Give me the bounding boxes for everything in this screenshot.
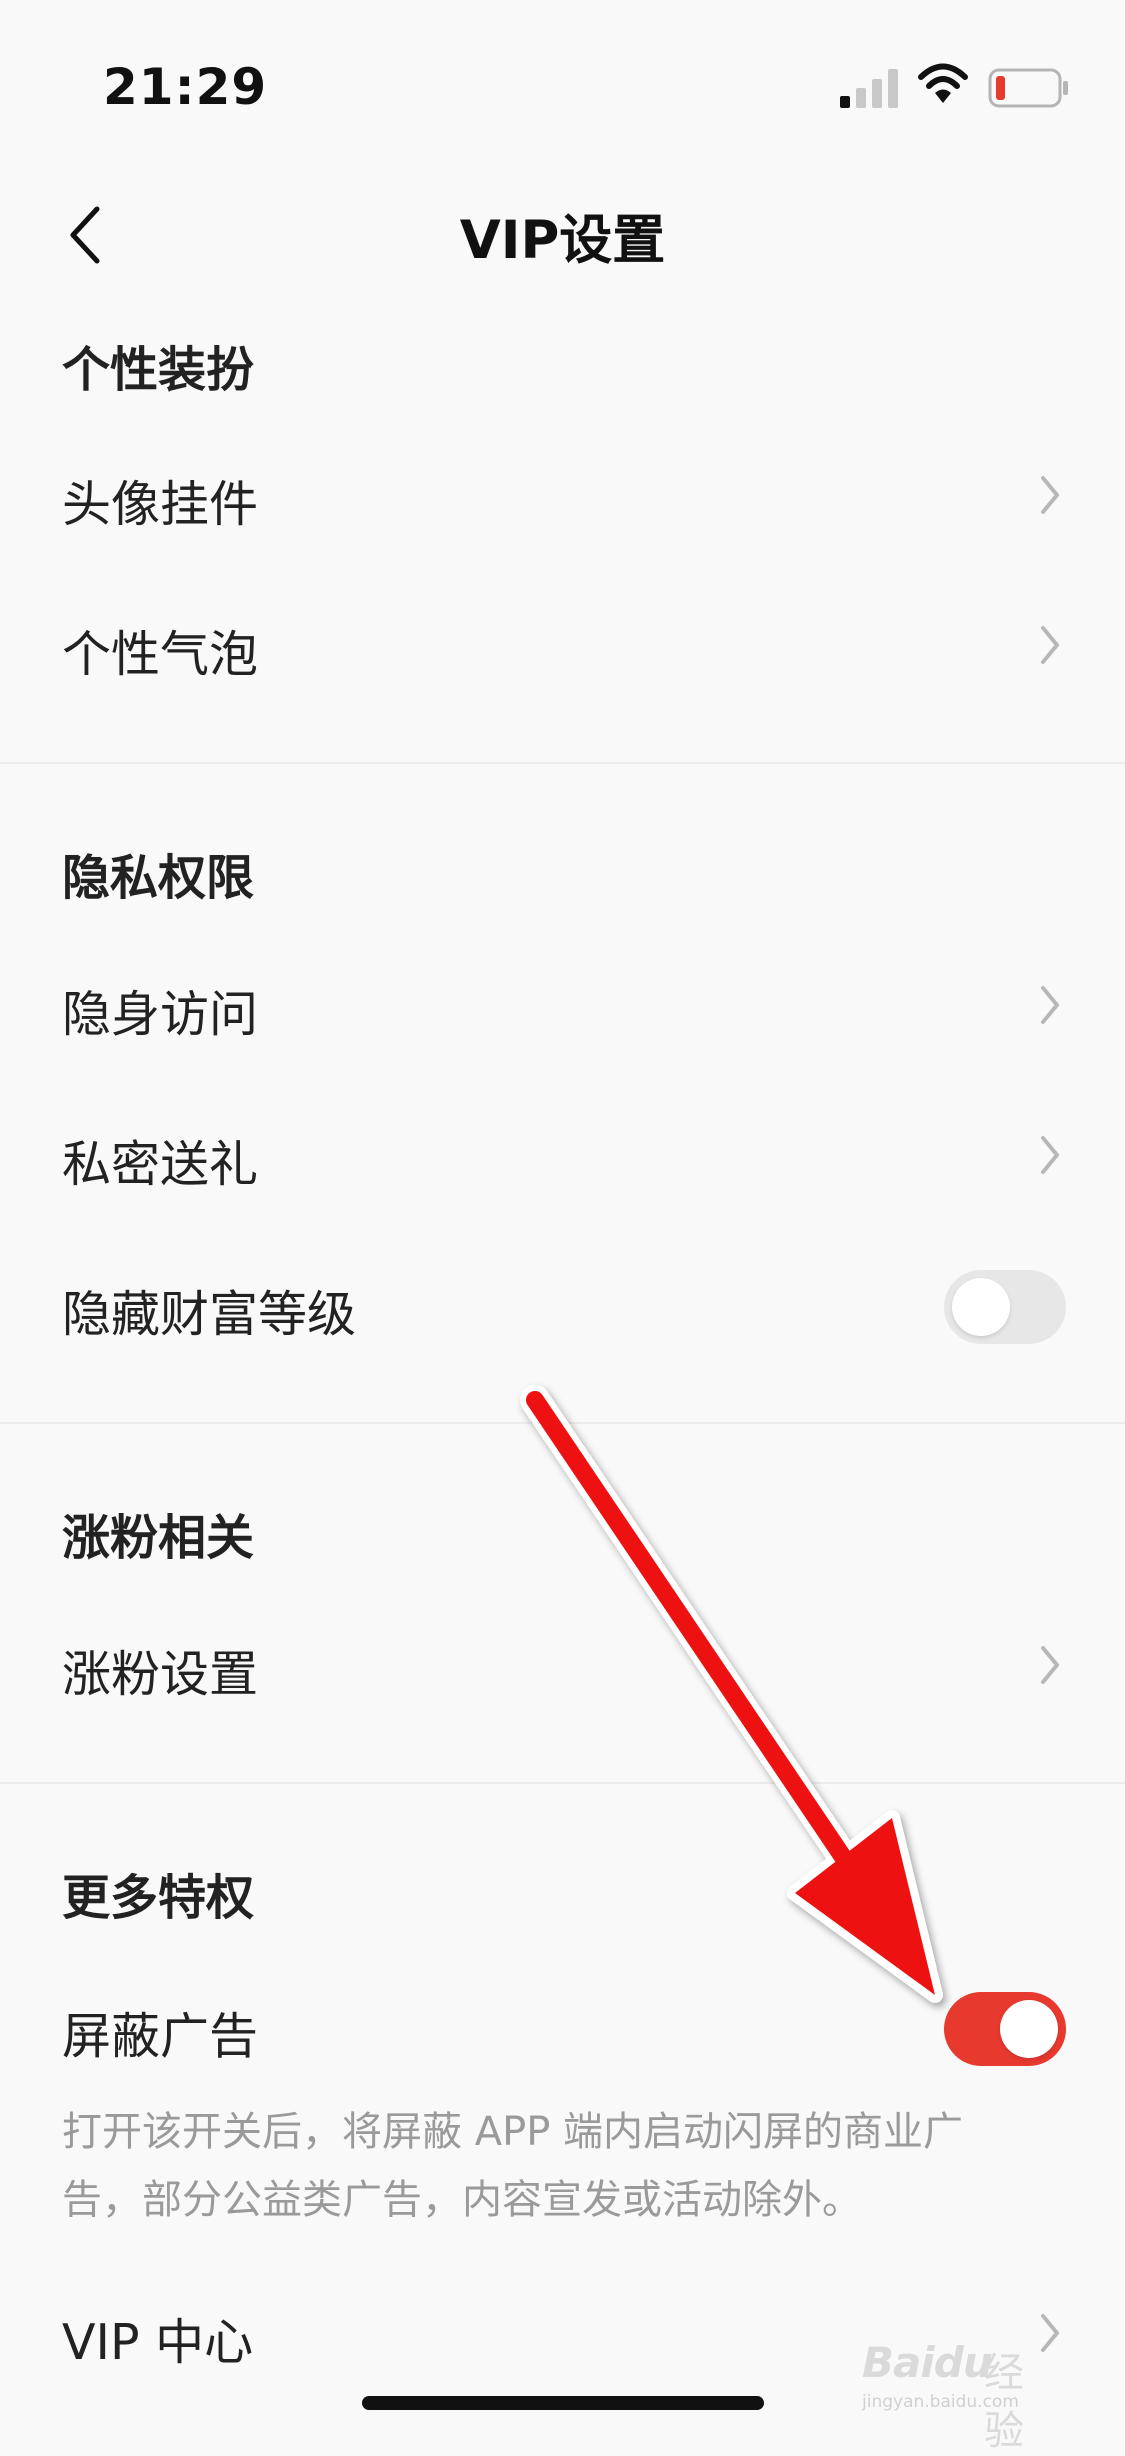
- toggle-knob: [952, 1278, 1010, 1336]
- row-private-gift[interactable]: 私密送礼: [0, 1090, 1125, 1220]
- row-chat-bubble[interactable]: 个性气泡: [0, 580, 1125, 710]
- section-title-privacy: 隐私权限: [62, 850, 255, 906]
- section-divider: [0, 1422, 1125, 1424]
- status-bar: 21:29: [0, 0, 1125, 170]
- row-fans-settings[interactable]: 涨粉设置: [0, 1600, 1125, 1730]
- chevron-right-icon: [1041, 1136, 1059, 1174]
- page-title: VIP设置: [459, 210, 666, 271]
- row-block-ads: 屏蔽广告: [0, 1962, 1125, 2092]
- row-label: 个性气泡: [62, 626, 259, 683]
- watermark-brand: Baidu: [862, 2338, 993, 2387]
- row-avatar-pendant[interactable]: 头像挂件: [0, 430, 1125, 560]
- row-label: 隐身访问: [62, 986, 259, 1043]
- chevron-right-icon: [1041, 626, 1059, 664]
- row-hide-wealth-level: 隐藏财富等级: [0, 1240, 1125, 1370]
- row-label: 屏蔽广告: [62, 2008, 259, 2065]
- toggle-knob: [1000, 2000, 1058, 2058]
- chevron-right-icon: [1041, 986, 1059, 1024]
- section-title-fans: 涨粉相关: [62, 1510, 255, 1566]
- home-indicator: [362, 2396, 764, 2410]
- row-label: 涨粉设置: [62, 1646, 259, 1703]
- section-title-personal-decoration: 个性装扮: [62, 342, 255, 398]
- row-label: 隐藏财富等级: [62, 1286, 357, 1343]
- status-time: 21:29: [103, 58, 268, 116]
- block-ads-toggle[interactable]: [944, 1992, 1066, 2066]
- wifi-icon: [918, 63, 968, 103]
- chevron-right-icon: [1041, 476, 1059, 514]
- block-ads-description: 打开该开关后，将屏蔽 APP 端内启动闪屏的商业广告，部分公益类广告，内容宣发或…: [62, 2109, 964, 2223]
- hide-wealth-level-toggle[interactable]: [944, 1270, 1066, 1344]
- nav-bar: VIP设置: [0, 170, 1125, 300]
- section-title-more-privileges: 更多特权: [62, 1870, 255, 1926]
- row-label: 私密送礼: [62, 1136, 259, 1193]
- row-label: 头像挂件: [62, 476, 259, 533]
- chevron-right-icon: [1041, 1646, 1059, 1684]
- baidu-watermark: Baidu 经验 jingyan.baidu.com: [862, 2318, 1062, 2454]
- cellular-signal-icon: [840, 69, 898, 108]
- section-divider: [0, 1782, 1125, 1784]
- battery-low-icon: [988, 68, 1068, 108]
- section-divider: [0, 762, 1125, 764]
- row-label: VIP 中心: [62, 2314, 254, 2371]
- row-invisible-visit[interactable]: 隐身访问: [0, 940, 1125, 1070]
- watermark-url: jingyan.baidu.com: [862, 2392, 1019, 2412]
